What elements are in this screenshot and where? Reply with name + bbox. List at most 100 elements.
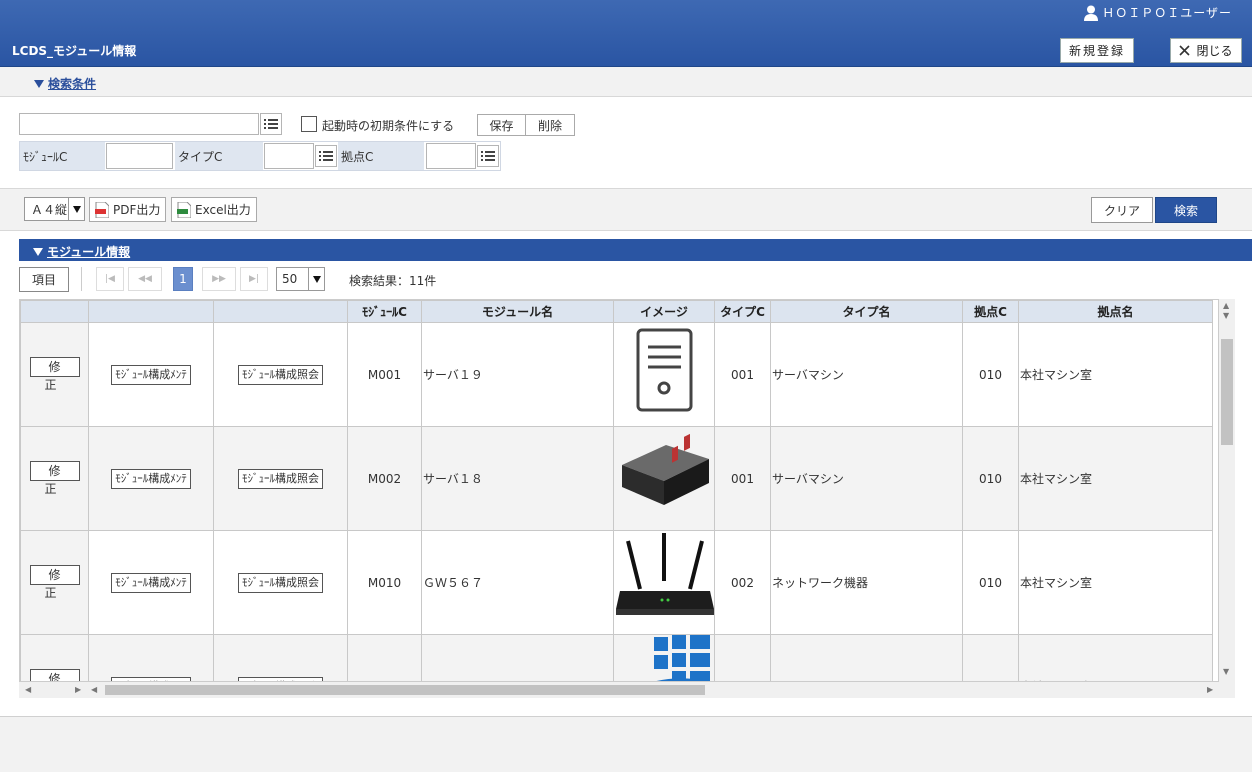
chevron-down-icon xyxy=(68,198,84,220)
router-icon xyxy=(616,533,714,615)
columns-button[interactable]: 項目 xyxy=(19,267,69,292)
vertical-scroll-thumb[interactable] xyxy=(1221,339,1233,445)
table-row: 修 正 ﾓｼﾞｭｰﾙ構成ﾒﾝﾃ ﾓｼﾞｭｰﾙ構成照会 M001 サーバ１９ 00… xyxy=(20,322,1213,427)
paper-size-value: Ａ４縦 xyxy=(31,202,68,217)
pager-divider xyxy=(81,267,82,291)
last-page-icon[interactable]: ▶| xyxy=(240,267,268,291)
excel-export-button[interactable]: Excel出力 xyxy=(171,197,257,222)
startup-condition-checkbox[interactable] xyxy=(301,116,317,132)
type-name-cell: サーバマシン xyxy=(770,322,963,427)
close-label: 閉じる xyxy=(1196,44,1233,58)
next-page-icon[interactable]: ▶▶ xyxy=(202,267,236,291)
user-icon xyxy=(1084,5,1099,21)
module-table: ﾓｼﾞｭｰﾙC モジュール名 イメージ タイプC タイプ名 拠点C 拠点名 修 … xyxy=(19,299,1219,682)
module-code-input[interactable] xyxy=(106,143,173,169)
type-name-cell: サーバマシン xyxy=(770,426,963,531)
edit-button[interactable]: 修 正 xyxy=(29,461,80,496)
inquiry-cell: ﾓｼﾞｭｰﾙ構成照会 xyxy=(213,530,348,635)
scroll-right-small-icon[interactable]: ▶ xyxy=(75,685,81,694)
user-name: ＨＯＩＰＯＩユーザー xyxy=(1102,6,1232,20)
list-icon xyxy=(264,119,278,129)
table-row: 修 正 ﾓｼﾞｭｰﾙ構成ﾒﾝﾃ ﾓｼﾞｭｰﾙ構成照会 M010 ＧＷ５６７ 00… xyxy=(20,530,1213,635)
edit-button[interactable]: 修 正 xyxy=(29,565,80,600)
clear-button[interactable]: クリア xyxy=(1091,197,1153,223)
horizontal-scroll-thumb[interactable] xyxy=(105,685,705,695)
result-count: 検索結果：11件 xyxy=(349,274,437,288)
new-register-button[interactable]: 新規登録 xyxy=(1060,38,1134,63)
base-code-label: 拠点C xyxy=(338,142,424,170)
header-base-name[interactable]: 拠点名 xyxy=(1018,300,1213,323)
module-maint-button[interactable]: ﾓｼﾞｭｰﾙ構成ﾒﾝﾃ xyxy=(111,572,191,593)
first-page-icon[interactable]: |◀ xyxy=(96,267,124,291)
chevron-down-icon xyxy=(308,268,324,290)
header-cell xyxy=(88,300,214,323)
base-code-cell: 010 xyxy=(962,322,1019,427)
horizontal-scrollbar[interactable]: ◀ ▶ ◀ ▶ xyxy=(19,682,1235,698)
module-code-cell: M002 xyxy=(347,426,422,531)
module-maint-button[interactable]: ﾓｼﾞｭｰﾙ構成ﾒﾝﾃ xyxy=(111,468,191,489)
header-image[interactable]: イメージ xyxy=(613,300,715,323)
startup-condition-label: 起動時の初期条件にする xyxy=(322,119,455,133)
scroll-left-icon[interactable]: ◀ xyxy=(25,685,31,694)
save-condition-button[interactable]: 保存 xyxy=(477,114,526,136)
type-code-cell: 002 xyxy=(714,530,771,635)
base-code-input[interactable] xyxy=(426,143,476,169)
type-code-label: タイプC xyxy=(175,142,263,170)
type-code-cell: 001 xyxy=(714,426,771,531)
base-code-list-button[interactable] xyxy=(477,145,499,167)
type-code-list-button[interactable] xyxy=(315,145,337,167)
user-area[interactable]: ＨＯＩＰＯＩユーザー xyxy=(1084,4,1232,21)
module-name-cell: ＧＷ５６７ xyxy=(421,530,614,635)
module-inquiry-button[interactable]: ﾓｼﾞｭｰﾙ構成照会 xyxy=(238,364,323,385)
excel-file-icon xyxy=(177,201,191,218)
image-cell xyxy=(613,426,715,531)
base-code-cell: 010 xyxy=(962,634,1019,681)
search-button[interactable]: 検索 xyxy=(1155,197,1217,223)
header-cell xyxy=(213,300,348,323)
module-maint-button[interactable]: ﾓｼﾞｭｰﾙ構成ﾒﾝﾃ xyxy=(111,364,191,385)
scroll-up-icon[interactable]: ▲ xyxy=(1223,301,1229,310)
paper-size-select[interactable]: Ａ４縦 xyxy=(24,197,85,221)
header-module-code[interactable]: ﾓｼﾞｭｰﾙC xyxy=(347,300,422,323)
module-info-toggle[interactable]: モジュール情報 xyxy=(33,243,130,260)
header-type-name[interactable]: タイプ名 xyxy=(770,300,963,323)
module-code-cell: M010 xyxy=(347,530,422,635)
search-conditions-toggle[interactable]: 検索条件 xyxy=(34,75,96,92)
header-type-code[interactable]: タイプC xyxy=(714,300,771,323)
footer xyxy=(0,716,1252,772)
condition-name-input[interactable] xyxy=(19,113,259,135)
page-size-select[interactable]: 50 xyxy=(276,267,325,291)
header-base-code[interactable]: 拠点C xyxy=(962,300,1019,323)
condition-list-button[interactable] xyxy=(260,113,282,135)
type-name-cell: ネットワーク機器 xyxy=(770,530,963,635)
header-module-name[interactable]: モジュール名 xyxy=(421,300,614,323)
edit-button[interactable]: 修 正 xyxy=(29,669,80,681)
scroll-right-icon[interactable]: ▶ xyxy=(1207,685,1213,694)
current-page-button[interactable]: 1 xyxy=(173,267,193,291)
scroll-down-small-icon[interactable]: ▼ xyxy=(1223,311,1229,320)
module-info-title: モジュール情報 xyxy=(47,245,131,259)
close-button[interactable]: 閉じる xyxy=(1170,38,1242,63)
delete-condition-button[interactable]: 削除 xyxy=(525,114,575,136)
module-name-cell: サーバ１８ xyxy=(421,426,614,531)
edit-cell: 修 正 xyxy=(20,530,89,635)
pdf-export-button[interactable]: PDF出力 xyxy=(89,197,167,222)
app-header: ＨＯＩＰＯＩユーザー LCDS_モジュール情報 新規登録 閉じる xyxy=(0,0,1252,67)
maint-cell: ﾓｼﾞｭｰﾙ構成ﾒﾝﾃ xyxy=(88,426,214,531)
module-inquiry-button[interactable]: ﾓｼﾞｭｰﾙ構成照会 xyxy=(238,468,323,489)
prev-page-icon[interactable]: ◀◀ xyxy=(128,267,162,291)
scroll-left-small-icon[interactable]: ◀ xyxy=(91,685,97,694)
image-cell xyxy=(613,634,715,681)
list-icon xyxy=(481,151,495,161)
scroll-down-icon[interactable]: ▼ xyxy=(1223,667,1229,676)
type-code-input[interactable] xyxy=(264,143,314,169)
edit-button[interactable]: 修 正 xyxy=(29,357,80,392)
module-name-cell: サーバ１９ xyxy=(421,322,614,427)
inquiry-cell: ﾓｼﾞｭｰﾙ構成照会 xyxy=(213,634,348,681)
module-inquiry-button[interactable]: ﾓｼﾞｭｰﾙ構成照会 xyxy=(238,572,323,593)
vertical-scrollbar[interactable]: ▲ ▼ ▼ xyxy=(1219,299,1235,682)
module-info-bar: モジュール情報 xyxy=(19,239,1252,261)
search-conditions-label: 検索条件 xyxy=(48,77,97,91)
table-row: 修 正 ﾓｼﾞｭｰﾙ構成ﾒﾝﾃ ﾓｼﾞｭｰﾙ構成照会 M002 サーバ１８ 00… xyxy=(20,426,1213,531)
base-name-cell: 本社マシン室 xyxy=(1018,426,1213,531)
